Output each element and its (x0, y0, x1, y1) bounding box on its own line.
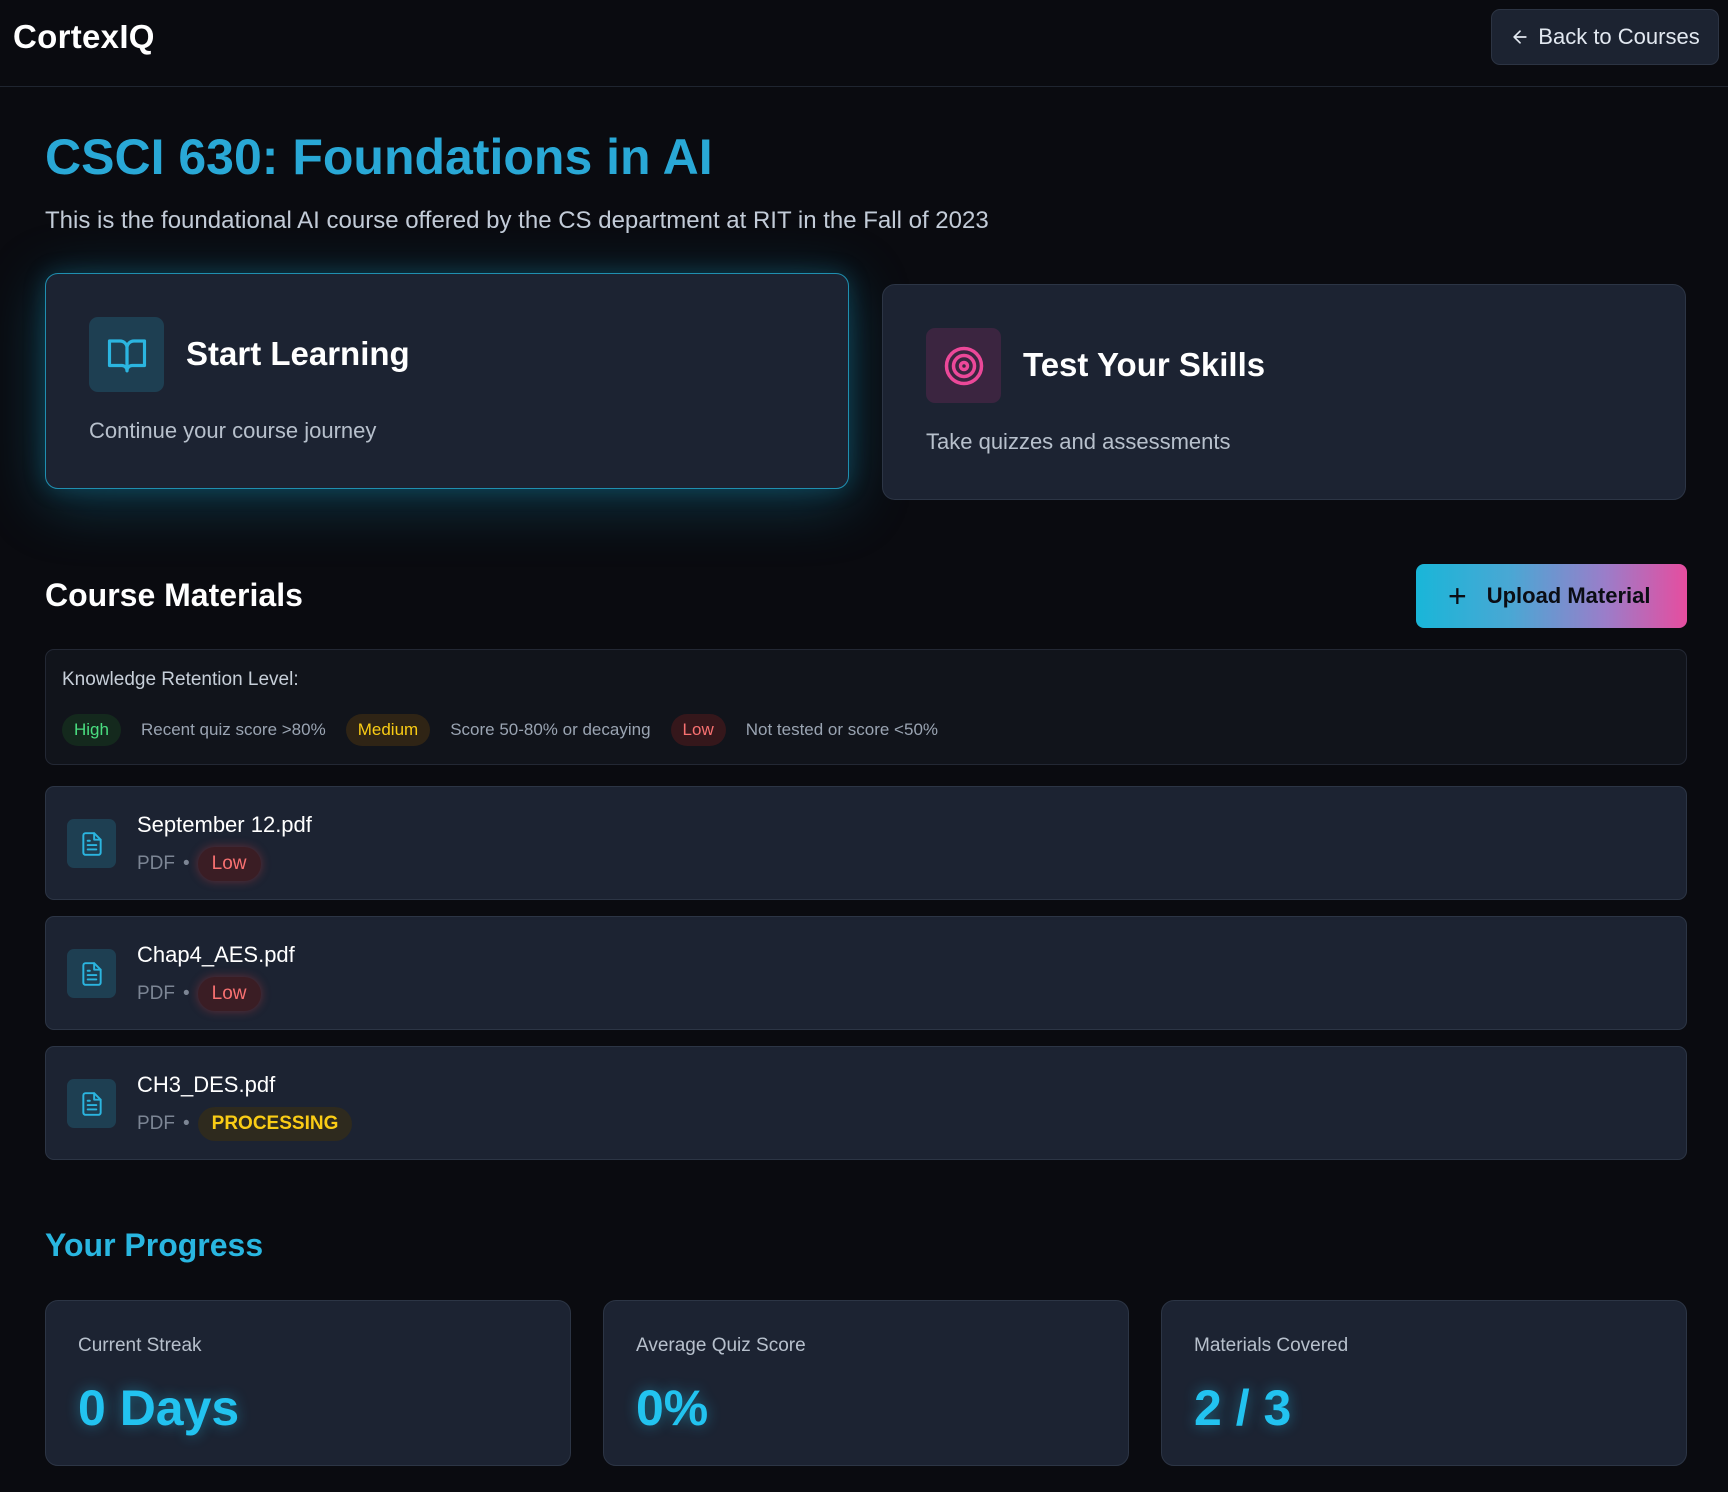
course-description: This is the foundational AI course offer… (45, 207, 989, 234)
arrow-left-icon (1513, 30, 1527, 44)
legend-title: Knowledge Retention Level: (62, 669, 299, 690)
material-status-badge: Low (197, 977, 261, 1011)
plus-icon: + (1448, 578, 1467, 614)
test-your-skills-title: Test Your Skills (1023, 346, 1266, 383)
meta-separator: • (183, 983, 190, 1004)
current-streak-card: Current Streak 0 Days (45, 1300, 571, 1466)
top-bar: CortexIQ Back to Courses (0, 0, 1728, 87)
material-name: Chap4_AES.pdf (137, 942, 295, 967)
meta-separator: • (183, 1113, 190, 1134)
retention-legend: Knowledge Retention Level: High Recent q… (45, 649, 1687, 765)
material-item[interactable]: September 12.pdf PDF • Low (45, 786, 1687, 900)
materials-covered-card: Materials Covered 2 / 3 (1161, 1300, 1687, 1466)
app-logo[interactable]: CortexIQ (13, 18, 155, 56)
test-your-skills-card[interactable]: Test Your Skills Take quizzes and assess… (882, 284, 1686, 500)
stat-label: Current Streak (78, 1335, 202, 1356)
material-meta: PDF • PROCESSING (137, 1107, 353, 1141)
average-quiz-score-card: Average Quiz Score 0% (603, 1300, 1129, 1466)
material-meta: PDF • Low (137, 977, 261, 1011)
material-type: PDF (137, 853, 175, 874)
start-learning-card[interactable]: Start Learning Continue your course jour… (45, 273, 849, 489)
material-item[interactable]: CH3_DES.pdf PDF • PROCESSING (45, 1046, 1687, 1160)
course-title: CSCI 630: Foundations in AI (45, 129, 713, 185)
back-to-courses-label: Back to Courses (1538, 24, 1700, 49)
test-your-skills-subtitle: Take quizzes and assessments (926, 429, 1231, 454)
start-learning-title: Start Learning (186, 335, 410, 372)
book-open-icon (89, 317, 164, 392)
target-icon (926, 328, 1001, 403)
file-text-icon (67, 819, 116, 868)
your-progress-heading: Your Progress (45, 1227, 264, 1263)
course-materials-heading: Course Materials (45, 577, 303, 613)
upload-material-label: Upload Material (1486, 583, 1651, 608)
stat-label: Materials Covered (1194, 1335, 1349, 1356)
stat-value: 0% (636, 1380, 709, 1436)
material-type: PDF (137, 1113, 175, 1134)
material-name: September 12.pdf (137, 812, 312, 837)
material-status-badge: PROCESSING (197, 1107, 353, 1141)
material-name: CH3_DES.pdf (137, 1072, 276, 1097)
back-to-courses-button[interactable]: Back to Courses (1491, 9, 1719, 65)
upload-material-button[interactable]: + Upload Material (1416, 564, 1687, 628)
material-status-badge: Low (197, 847, 261, 881)
legend-description-medium: Score 50-80% or decaying (450, 720, 651, 739)
stat-value: 0 Days (78, 1380, 240, 1436)
start-learning-subtitle: Continue your course journey (89, 418, 377, 443)
file-text-icon (67, 949, 116, 998)
meta-separator: • (183, 853, 190, 874)
legend-description-low: Not tested or score <50% (745, 720, 939, 739)
legend-badge-low: Low (670, 714, 726, 746)
material-meta: PDF • Low (137, 847, 261, 881)
stat-label: Average Quiz Score (636, 1335, 806, 1356)
legend-badge-medium: Medium (345, 714, 431, 746)
legend-description-high: Recent quiz score >80% (140, 720, 326, 739)
file-text-icon (67, 1079, 116, 1128)
material-type: PDF (137, 983, 175, 1004)
legend-badge-high: High (62, 714, 121, 746)
stat-value: 2 / 3 (1194, 1380, 1292, 1436)
legend-row: High Recent quiz score >80% Medium Score… (62, 714, 938, 746)
material-item[interactable]: Chap4_AES.pdf PDF • Low (45, 916, 1687, 1030)
